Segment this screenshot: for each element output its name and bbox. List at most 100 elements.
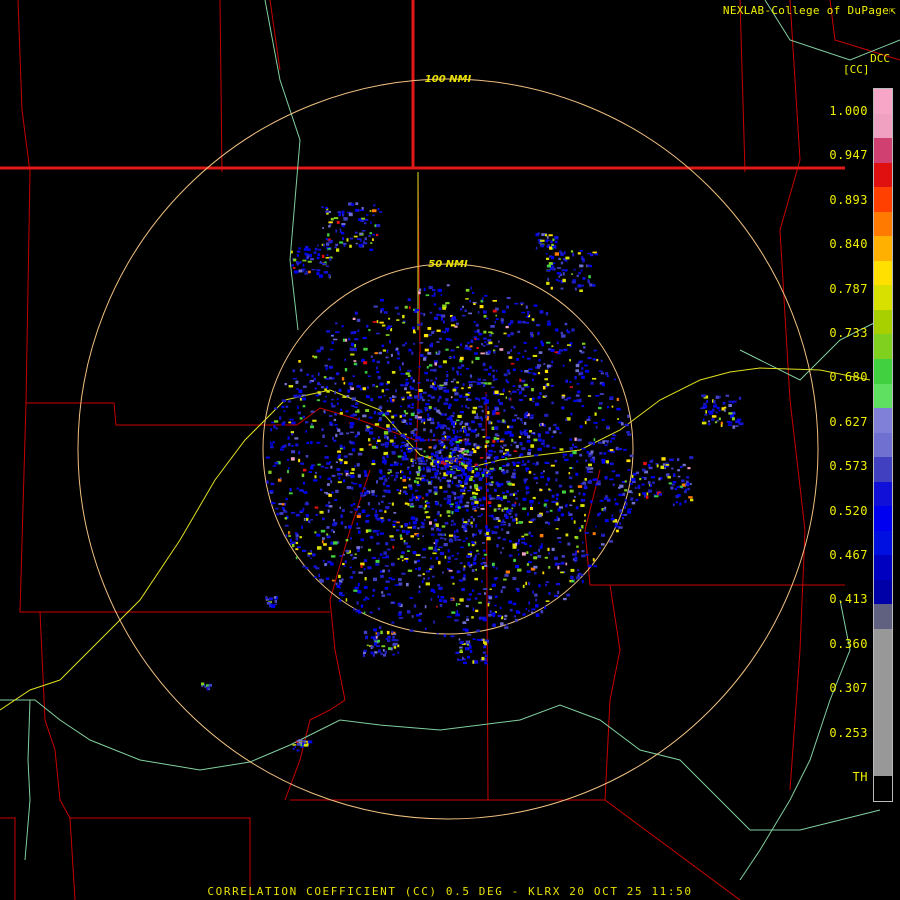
- radar-return: [471, 569, 475, 572]
- radar-return: [459, 422, 462, 426]
- radar-return: [338, 592, 343, 596]
- radar-return: [716, 420, 719, 422]
- radar-return: [344, 368, 348, 372]
- radar-return: [409, 470, 412, 475]
- radar-return: [302, 263, 305, 267]
- radar-return: [470, 541, 475, 543]
- radar-return: [545, 505, 548, 509]
- radar-return: [715, 395, 720, 399]
- radar-return: [463, 574, 466, 578]
- radar-return: [512, 368, 516, 371]
- radar-return: [358, 417, 360, 421]
- radar-return: [324, 388, 327, 392]
- radar-return: [403, 542, 409, 545]
- ring-label-100: 100 NMI: [425, 74, 472, 85]
- radar-return: [463, 461, 466, 464]
- radar-return: [446, 479, 451, 483]
- radar-return: [339, 473, 342, 476]
- radar-return: [372, 233, 375, 236]
- radar-return: [372, 653, 375, 657]
- radar-return: [506, 531, 510, 534]
- radar-return: [324, 364, 328, 367]
- radar-return: [334, 499, 338, 502]
- radar-return: [538, 502, 540, 504]
- radar-return: [418, 466, 421, 470]
- radar-return: [512, 576, 517, 581]
- radar-return: [376, 532, 379, 536]
- radar-return: [344, 358, 346, 362]
- radar-return: [465, 433, 470, 437]
- radar-return: [514, 618, 518, 622]
- radar-return: [494, 433, 499, 436]
- radar-return: [323, 376, 327, 379]
- radar-return: [400, 373, 405, 375]
- radar-return: [416, 480, 419, 484]
- radar-return: [447, 549, 450, 553]
- radar-return: [474, 484, 479, 488]
- radar-return: [358, 483, 362, 488]
- radar-return: [540, 423, 542, 426]
- radar-return: [401, 457, 406, 461]
- radar-return: [360, 564, 363, 568]
- radar-return: [575, 472, 579, 476]
- radar-return: [330, 480, 333, 484]
- radar-return: [364, 371, 368, 374]
- radar-return: [398, 611, 402, 614]
- radar-return: [289, 488, 292, 492]
- radar-return: [435, 451, 440, 454]
- radar-return: [323, 271, 328, 274]
- radar-return: [435, 502, 438, 505]
- radar-return: [402, 486, 408, 489]
- radar-return: [342, 396, 347, 398]
- radar-return: [346, 238, 349, 242]
- radar-return: [594, 412, 597, 416]
- radar-return: [506, 490, 509, 493]
- radar-return: [505, 570, 510, 574]
- radar-return: [488, 449, 493, 453]
- radar-return: [494, 320, 497, 324]
- radar-return: [455, 536, 460, 538]
- radar-return: [472, 301, 477, 304]
- radar-return: [420, 525, 425, 529]
- radar-return: [539, 310, 544, 314]
- radar-return: [362, 387, 366, 391]
- radar-return: [405, 438, 409, 440]
- radar-return: [708, 422, 711, 426]
- radar-return: [485, 394, 488, 397]
- radar-return: [491, 530, 495, 534]
- radar-return: [396, 319, 400, 321]
- radar-return: [437, 461, 440, 464]
- radar-return: [372, 556, 377, 559]
- radar-return: [475, 444, 480, 447]
- radar-return: [275, 427, 278, 430]
- radar-return: [417, 574, 422, 577]
- radar-return: [381, 591, 384, 594]
- radar-return: [486, 452, 488, 456]
- radar-return: [352, 413, 357, 417]
- radar-return: [410, 412, 415, 417]
- radar-return: [528, 582, 531, 586]
- colorbar-segment: [874, 309, 892, 335]
- radar-return: [308, 471, 312, 473]
- colorbar-tick-label: 0.947: [829, 148, 868, 163]
- radar-return: [665, 464, 670, 466]
- radar-return: [405, 412, 409, 415]
- radar-return: [315, 513, 319, 516]
- radar-return: [373, 628, 377, 632]
- radar-return: [421, 399, 425, 402]
- radar-return: [370, 651, 374, 655]
- radar-return: [341, 231, 345, 235]
- colorbar-segment: [874, 162, 892, 188]
- radar-return: [718, 417, 721, 421]
- radar-return: [512, 602, 517, 606]
- radar-return: [392, 635, 395, 639]
- radar-return: [375, 636, 378, 639]
- radar-return: [494, 345, 499, 348]
- radar-return: [487, 415, 489, 420]
- radar-return: [569, 489, 574, 493]
- colorbar-segment: [874, 432, 892, 458]
- radar-return: [538, 241, 541, 244]
- radar-return: [471, 544, 475, 547]
- radar-return: [436, 469, 439, 473]
- radar-return: [677, 469, 681, 472]
